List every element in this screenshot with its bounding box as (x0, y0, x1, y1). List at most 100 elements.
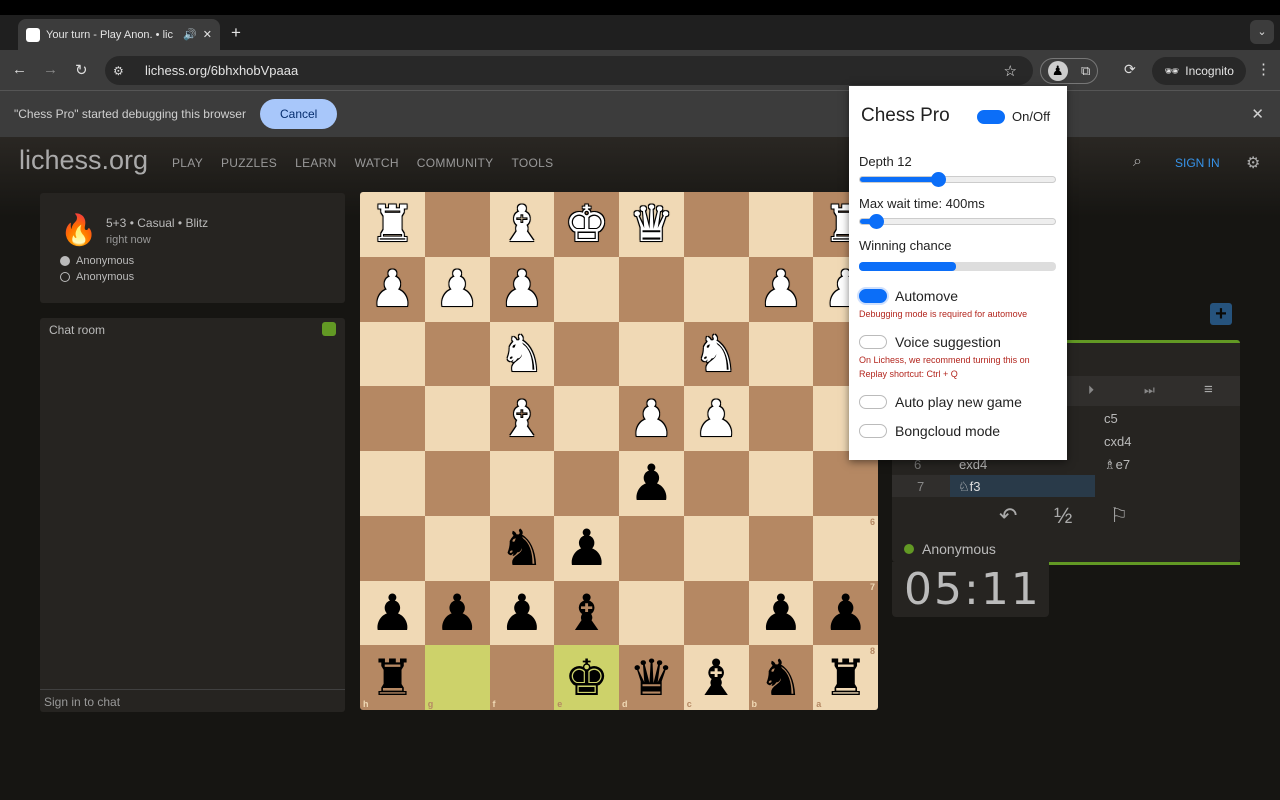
nav-watch[interactable]: WATCH (355, 156, 399, 170)
close-tab-icon[interactable]: ✕ (203, 28, 212, 41)
black-knight-icon[interactable]: ♞ (758, 653, 803, 703)
square-c8[interactable]: ♝c (684, 645, 749, 710)
autoplay-toggle[interactable] (859, 395, 887, 409)
square-h8[interactable]: ♜h (360, 645, 425, 710)
square-c6[interactable] (684, 516, 749, 581)
square-d4[interactable]: ♟ (619, 386, 684, 451)
square-e5[interactable] (554, 451, 619, 516)
nav-tools[interactable]: TOOLS (512, 156, 554, 170)
white-pawn-icon[interactable]: ♟ (758, 264, 803, 314)
depth-thumb[interactable] (931, 172, 946, 187)
black-pawn-icon[interactable]: ♟ (564, 523, 609, 573)
settings-gear-icon[interactable]: ⚙ (1246, 153, 1260, 173)
move-white-current[interactable]: ♘f3 (950, 475, 1095, 497)
square-f5[interactable] (490, 451, 555, 516)
reload-icon[interactable]: ↻ (75, 61, 88, 79)
square-d6[interactable] (619, 516, 684, 581)
square-g7[interactable]: ♟ (425, 581, 490, 646)
incognito-button[interactable]: 🕶Incognito (1152, 57, 1246, 85)
address-bar[interactable]: ⚙ lichess.org/6bhxhobVpaaa ☆ (105, 56, 1033, 85)
square-h6[interactable] (360, 516, 425, 581)
move-black[interactable]: cxd4 (1104, 434, 1131, 449)
chess-board[interactable]: ♜♝♚♛♜♟♟♟♟♟♞♞♝♟♟♟♞♟6♟♟♟♝♟♟7♜hgf♚e♛d♝c♞b♜a… (360, 192, 878, 710)
nav-community[interactable]: COMMUNITY (417, 156, 494, 170)
move-black[interactable]: ♗e7 (1104, 457, 1130, 473)
nav-learn[interactable]: LEARN (295, 156, 337, 170)
square-e6[interactable]: ♟ (554, 516, 619, 581)
square-e3[interactable] (554, 322, 619, 387)
voice-toggle[interactable] (859, 335, 887, 349)
white-pawn-icon[interactable]: ♟ (499, 264, 544, 314)
square-b4[interactable] (749, 386, 814, 451)
square-d1[interactable]: ♛ (619, 192, 684, 257)
white-queen-icon[interactable]: ♛ (629, 199, 674, 249)
back-icon[interactable]: ← (12, 61, 27, 78)
depth-slider[interactable] (859, 176, 1056, 183)
white-knight-icon[interactable]: ♞ (694, 329, 739, 379)
square-g1[interactable] (425, 192, 490, 257)
square-a5[interactable] (813, 451, 878, 516)
browser-tab[interactable]: Your turn - Play Anon. • lic 🔊 ✕ (18, 19, 220, 50)
square-g2[interactable]: ♟ (425, 257, 490, 322)
search-icon[interactable]: ⌕ (1133, 153, 1142, 171)
square-d2[interactable] (619, 257, 684, 322)
wait-slider[interactable] (859, 218, 1056, 225)
black-rook-icon[interactable]: ♜ (370, 653, 415, 703)
square-b6[interactable] (749, 516, 814, 581)
menu-icon[interactable]: ≡ (1204, 381, 1213, 398)
chess-pro-extension-icon[interactable]: ♟ (1048, 61, 1068, 81)
player-white[interactable]: Anonymous (60, 255, 134, 267)
white-bishop-icon[interactable]: ♝ (499, 199, 544, 249)
chat-input[interactable]: Sign in to chat (40, 689, 345, 712)
opponent-name[interactable]: Anonymous (922, 541, 996, 557)
square-e4[interactable] (554, 386, 619, 451)
square-h4[interactable] (360, 386, 425, 451)
white-knight-icon[interactable]: ♞ (499, 329, 544, 379)
tab-search-button[interactable]: ⌄ (1250, 20, 1274, 44)
square-g6[interactable] (425, 516, 490, 581)
square-d8[interactable]: ♛d (619, 645, 684, 710)
black-pawn-icon[interactable]: ♟ (629, 458, 674, 508)
square-h3[interactable] (360, 322, 425, 387)
nav-puzzles[interactable]: PUZZLES (221, 156, 277, 170)
square-a8[interactable]: ♜a8 (813, 645, 878, 710)
square-e1[interactable]: ♚ (554, 192, 619, 257)
cancel-debug-button[interactable]: Cancel (260, 99, 337, 129)
black-pawn-icon[interactable]: ♟ (370, 588, 415, 638)
site-settings-icon[interactable]: ⚙ (113, 64, 124, 78)
square-g3[interactable] (425, 322, 490, 387)
square-d5[interactable]: ♟ (619, 451, 684, 516)
sign-in-link[interactable]: SIGN IN (1175, 156, 1220, 170)
square-g5[interactable] (425, 451, 490, 516)
square-f6[interactable]: ♞ (490, 516, 555, 581)
square-d7[interactable] (619, 581, 684, 646)
black-bishop-icon[interactable]: ♝ (564, 588, 609, 638)
menu-kebab-icon[interactable]: ⋮ (1256, 60, 1271, 78)
black-king-icon[interactable]: ♚ (564, 653, 609, 703)
square-g8[interactable]: g (425, 645, 490, 710)
sync-icon[interactable]: ⟳ (1124, 61, 1136, 78)
square-c7[interactable] (684, 581, 749, 646)
extensions-puzzle-icon[interactable]: ⧉ (1081, 63, 1090, 79)
black-bishop-icon[interactable]: ♝ (694, 653, 739, 703)
square-a7[interactable]: ♟7 (813, 581, 878, 646)
black-pawn-icon[interactable]: ♟ (499, 588, 544, 638)
close-infobar-icon[interactable]: ✕ (1251, 105, 1264, 123)
site-logo[interactable]: lichess.org (19, 145, 148, 176)
black-pawn-icon[interactable]: ♟ (435, 588, 480, 638)
square-f3[interactable]: ♞ (490, 322, 555, 387)
square-b8[interactable]: ♞b (749, 645, 814, 710)
new-tab-button[interactable]: + (231, 23, 241, 43)
white-pawn-icon[interactable]: ♟ (435, 264, 480, 314)
square-g4[interactable] (425, 386, 490, 451)
square-c3[interactable]: ♞ (684, 322, 749, 387)
square-c1[interactable] (684, 192, 749, 257)
square-e2[interactable] (554, 257, 619, 322)
square-a6[interactable]: 6 (813, 516, 878, 581)
black-pawn-icon[interactable]: ♟ (823, 588, 868, 638)
resign-flag-button[interactable]: ⚐ (1110, 503, 1128, 528)
black-pawn-icon[interactable]: ♟ (758, 588, 803, 638)
square-b7[interactable]: ♟ (749, 581, 814, 646)
square-h7[interactable]: ♟ (360, 581, 425, 646)
square-h2[interactable]: ♟ (360, 257, 425, 322)
